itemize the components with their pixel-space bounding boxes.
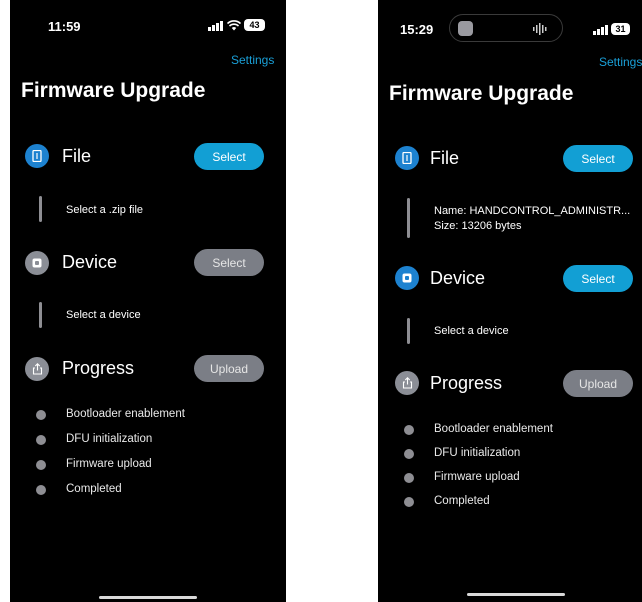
file-size: Size: 13206 bytes [434, 220, 522, 232]
wifi-icon [227, 20, 241, 31]
device-icon [395, 266, 419, 290]
step-status-dot [36, 410, 46, 420]
cellular-signal-icon [208, 21, 224, 31]
audio-waveform-icon [533, 23, 547, 35]
file-select-button[interactable]: Select [194, 143, 264, 170]
share-icon [395, 371, 419, 395]
step-firmware-upload: Firmware upload [66, 458, 152, 470]
device-select-button[interactable]: Select [563, 265, 633, 292]
step-status-dot [404, 473, 414, 483]
device-select-button[interactable]: Select [194, 249, 264, 276]
file-section-title: File [430, 148, 460, 168]
device-icon [25, 251, 49, 275]
step-completed: Completed [66, 483, 122, 495]
device-info: Select a device [434, 325, 509, 337]
file-section-title: File [62, 146, 92, 166]
home-indicator[interactable] [99, 596, 197, 599]
phone-screen-2: 15:29 31 Settings Firmware Upgrade File … [378, 0, 642, 602]
step-status-dot [404, 449, 414, 459]
divider [407, 318, 410, 344]
share-icon [25, 357, 49, 381]
file-icon [395, 146, 419, 170]
step-completed: Completed [434, 495, 490, 507]
step-status-dot [36, 460, 46, 470]
divider [39, 302, 42, 328]
step-status-dot [36, 485, 46, 495]
upload-button[interactable]: Upload [194, 355, 264, 382]
battery-icon: 43 [244, 19, 265, 31]
progress-section-title: Progress [430, 373, 503, 393]
phone-screen-1: 11:59 43 Settings Firmware Upgrade File … [10, 0, 286, 602]
step-status-dot [404, 425, 414, 435]
step-status-dot [404, 497, 414, 507]
device-section-title: Device [430, 268, 486, 288]
file-name: Name: HANDCONTROL_ADMINISTR... [434, 205, 631, 217]
step-firmware-upload: Firmware upload [434, 471, 520, 483]
step-bootloader: Bootloader enablement [66, 408, 185, 420]
divider [407, 198, 410, 238]
page-title: Firmware Upgrade [389, 82, 574, 105]
dynamic-island[interactable] [449, 14, 563, 42]
file-icon [25, 144, 49, 168]
file-info: Select a .zip file [66, 204, 144, 216]
progress-section-title: Progress [62, 358, 135, 378]
status-time: 11:59 [48, 19, 81, 34]
divider [39, 196, 42, 222]
app-icon [458, 21, 473, 36]
status-time: 15:29 [400, 22, 434, 37]
page-title: Firmware Upgrade [21, 79, 206, 102]
settings-link[interactable]: Settings [599, 55, 642, 69]
step-status-dot [36, 435, 46, 445]
cellular-signal-icon [593, 25, 609, 35]
file-select-button[interactable]: Select [563, 145, 633, 172]
battery-icon: 31 [611, 23, 630, 35]
device-info: Select a device [66, 309, 141, 321]
step-dfu-init: DFU initialization [66, 433, 153, 445]
step-dfu-init: DFU initialization [434, 447, 521, 459]
device-section-title: Device [62, 252, 118, 272]
step-bootloader: Bootloader enablement [434, 423, 553, 435]
upload-button[interactable]: Upload [563, 370, 633, 397]
settings-link[interactable]: Settings [231, 53, 274, 67]
home-indicator[interactable] [467, 593, 565, 596]
